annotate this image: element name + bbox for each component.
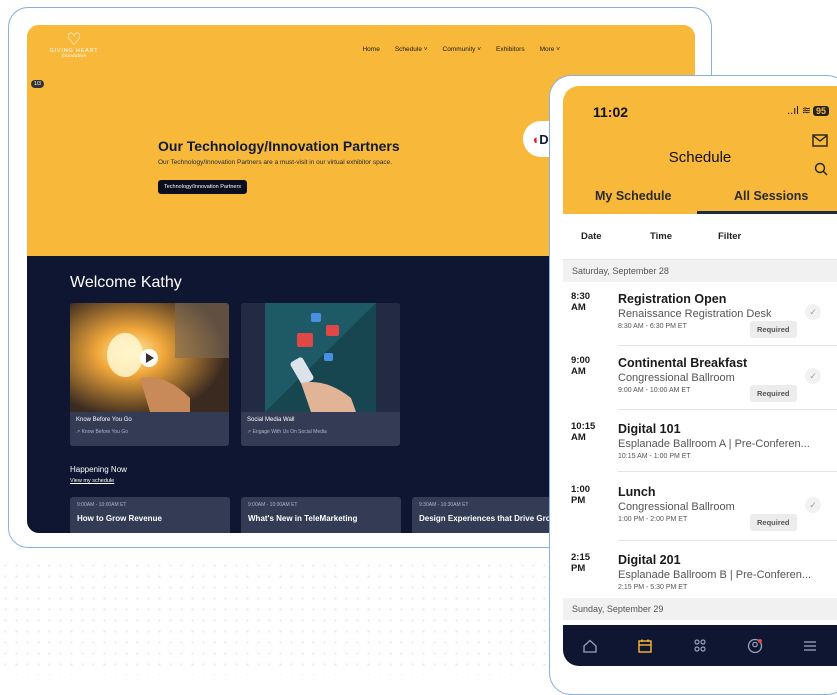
screen-title: Schedule xyxy=(668,149,732,166)
slide-counter: 1/3 xyxy=(31,80,44,88)
event-location: Renaissance Registration Desk xyxy=(618,308,772,320)
status-icons: ..ıl ≋ 95 xyxy=(787,104,829,117)
social-wall-card[interactable]: Social Media Wall ↗ Engage With Us On So… xyxy=(241,303,400,446)
event-range: 10:15 AM - 1:00 PM ET xyxy=(618,453,691,460)
bottom-tab-bar xyxy=(563,625,837,666)
card-title: Know Before You Go xyxy=(76,417,132,423)
event-location: Esplanade Ballroom B | Pre-Conferen... xyxy=(618,569,812,581)
event-title: Digital 101 xyxy=(618,422,681,436)
divider xyxy=(618,409,837,410)
top-nav: Home Schedule ˅ Community ˅ Exhibitors M… xyxy=(362,46,560,53)
like-icon xyxy=(311,313,321,322)
status-time: 11:02 xyxy=(593,104,629,120)
phone-screen: 11:02 ..ıl ≋ 95 Schedule My Schedule All … xyxy=(563,86,837,666)
lightbulb-image xyxy=(70,303,229,412)
session-card[interactable]: 9:00AM - 10:00AM ET What's New in TeleMa… xyxy=(241,497,401,533)
event-range: 9:00 AM - 10:00 AM ET xyxy=(618,387,691,394)
view-schedule-link[interactable]: View my schedule xyxy=(70,478,114,484)
required-badge: Required xyxy=(750,321,797,338)
nav-more[interactable]: More ˅ xyxy=(540,46,560,53)
nav-schedule[interactable]: Schedule ˅ xyxy=(395,46,428,53)
phone-header: 11:02 ..ıl ≋ 95 Schedule My Schedule All … xyxy=(563,86,837,214)
list-item[interactable]: 8:30 AM Registration Open Renaissance Re… xyxy=(563,285,837,349)
divider xyxy=(618,540,837,541)
filter-bar: Date Time Filter xyxy=(563,214,837,260)
partners-button[interactable]: Technology/Innovation Partners xyxy=(158,180,248,194)
event-range: 8:30 AM - 6:30 PM ET xyxy=(618,323,687,330)
event-time: 8:30 AM xyxy=(571,291,591,313)
session-title: How to Grow Revenue xyxy=(77,514,162,523)
event-time: 1:00 PM xyxy=(571,484,591,506)
event-location: Congressional Ballroom xyxy=(618,372,735,384)
check-icon[interactable]: ✓ xyxy=(805,497,821,513)
nav-exhibitors[interactable]: Exhibitors xyxy=(496,46,525,53)
battery-icon: 95 xyxy=(812,106,829,116)
card-subtitle[interactable]: ↗ Engage With Us On Social Media xyxy=(247,429,327,435)
event-location: Esplanade Ballroom A | Pre-Conferen... xyxy=(618,438,810,450)
session-time: 9:30AM - 10:30AM ET xyxy=(419,502,469,508)
event-time: 2:15 PM xyxy=(571,552,591,574)
list-item[interactable]: 9:00 AM Continental Breakfast Congressio… xyxy=(563,349,837,413)
logo-sub: foundation xyxy=(61,54,87,59)
digix-mark-icon: ◖ xyxy=(531,131,540,147)
event-range: 2:15 PM - 5:30 PM ET xyxy=(618,584,688,591)
card-subtitle[interactable]: ↗ Know Before You Go xyxy=(76,429,128,435)
event-range: 1:00 PM - 2:00 PM ET xyxy=(618,516,688,523)
event-time: 10:15 AM xyxy=(571,421,596,443)
welcome-heading: Welcome Kathy xyxy=(70,274,182,291)
heart-hands-icon: ♡ xyxy=(66,30,82,49)
event-title: Continental Breakfast xyxy=(618,356,748,370)
event-title: Digital 201 xyxy=(618,553,681,567)
nav-community[interactable]: Community ˅ xyxy=(443,46,481,53)
menu-icon[interactable] xyxy=(799,635,821,657)
event-location: Congressional Ballroom xyxy=(618,501,735,513)
hero-description: Our Technology/Innovation Partners are a… xyxy=(158,159,392,166)
divider xyxy=(618,345,837,346)
session-card[interactable]: 9:30AM - 10:30AM ET Design Experiences t… xyxy=(412,497,572,533)
date-filter[interactable]: Date xyxy=(581,231,602,242)
profile-icon[interactable] xyxy=(744,635,766,657)
hero-title: Our Technology/Innovation Partners xyxy=(158,138,400,154)
social-media-image xyxy=(241,303,400,412)
heart-icon xyxy=(297,333,313,347)
home-icon[interactable] xyxy=(579,635,601,657)
people-icon[interactable] xyxy=(689,635,711,657)
session-title: Design Experiences that Drive Growth xyxy=(419,514,565,523)
day-header: Saturday, September 28 xyxy=(563,260,837,282)
list-item[interactable]: 10:15 AM Digital 101 Esplanade Ballroom … xyxy=(563,415,837,479)
event-title: Lunch xyxy=(618,485,656,499)
event-time: 9:00 AM xyxy=(571,355,591,377)
session-card[interactable]: 9:00AM - 10:00AM ET How to Grow Revenue xyxy=(70,497,230,533)
time-filter[interactable]: Time xyxy=(650,231,672,242)
signal-wifi-icon: ..ıl ≋ xyxy=(787,105,811,117)
tab-all-sessions[interactable]: All Sessions xyxy=(734,189,808,203)
mail-icon[interactable] xyxy=(812,134,828,147)
check-icon[interactable]: ✓ xyxy=(805,368,821,384)
filter-button[interactable]: Filter xyxy=(718,231,741,242)
like-icon xyxy=(324,353,333,361)
tab-my-schedule[interactable]: My Schedule xyxy=(595,189,671,203)
card-title: Social Media Wall xyxy=(247,417,295,423)
nav-home[interactable]: Home xyxy=(362,46,379,53)
know-before-card[interactable]: Know Before You Go ↗ Know Before You Go xyxy=(70,303,229,446)
happening-heading: Happening Now xyxy=(70,465,127,474)
day-header: Sunday, September 29 xyxy=(563,598,837,620)
search-icon[interactable] xyxy=(814,162,828,176)
giving-heart-logo[interactable]: ♡ GIVING HEART foundation xyxy=(33,31,115,65)
required-badge: Required xyxy=(750,514,797,531)
list-item[interactable]: 1:00 PM Lunch Congressional Ballroom 1:0… xyxy=(563,478,837,542)
check-icon[interactable]: ✓ xyxy=(805,304,821,320)
required-badge: Required xyxy=(750,385,797,402)
event-title: Registration Open xyxy=(618,292,727,306)
session-time: 9:00AM - 10:00AM ET xyxy=(248,502,298,508)
divider xyxy=(618,471,837,472)
session-title: What's New in TeleMarketing xyxy=(248,514,358,523)
heart-icon xyxy=(326,325,339,336)
session-time: 9:00AM - 10:00AM ET xyxy=(77,502,127,508)
calendar-icon[interactable] xyxy=(634,635,656,657)
